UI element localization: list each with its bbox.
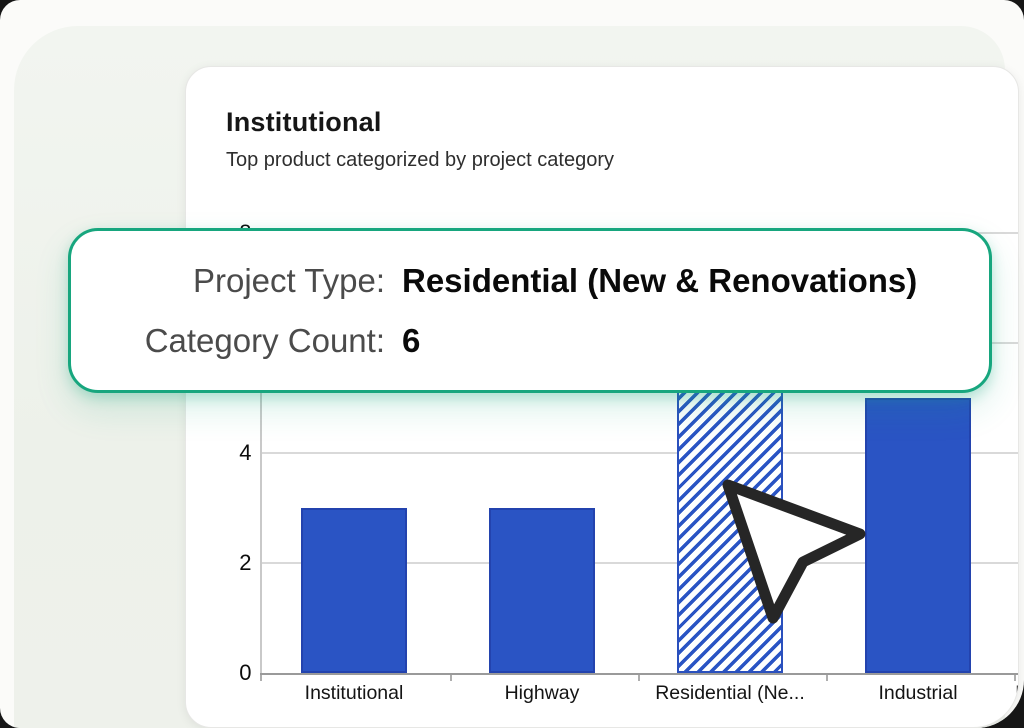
tooltip-value-project-type: Residential (New & Renovations) (402, 261, 965, 301)
x-axis-label-clipped: I (1015, 681, 1019, 705)
y-axis-label-4: 4 (208, 440, 252, 466)
x-axis-label-industrial: Industrial (823, 681, 1013, 705)
tooltip-value-category-count: 6 (402, 321, 965, 361)
bar-highway[interactable] (489, 508, 595, 673)
x-axis-label-institutional: Institutional (259, 681, 449, 705)
bar-chart: 02468InstitutionalHighwayResidential (Ne… (186, 67, 1018, 727)
tooltip-label-project-type: Project Type: (95, 261, 385, 301)
chart-card: Institutional Top product categorized by… (185, 66, 1019, 728)
bar-institutional[interactable] (301, 508, 407, 673)
y-axis-label-2: 2 (208, 550, 252, 576)
chart-tooltip: Project Type: Residential (New & Renovat… (68, 228, 992, 393)
x-axis-label-highway: Highway (447, 681, 637, 705)
app-window: Institutional Top product categorized by… (0, 0, 1024, 728)
y-axis-label-0: 0 (208, 660, 252, 686)
arrow-cursor-icon (700, 470, 880, 635)
tooltip-label-category-count: Category Count: (95, 321, 385, 361)
bar-industrial[interactable] (865, 398, 971, 673)
x-axis-label-residential-ne: Residential (Ne... (635, 681, 825, 705)
screen: { "card": { "title": "Institutional", "s… (0, 0, 1024, 728)
